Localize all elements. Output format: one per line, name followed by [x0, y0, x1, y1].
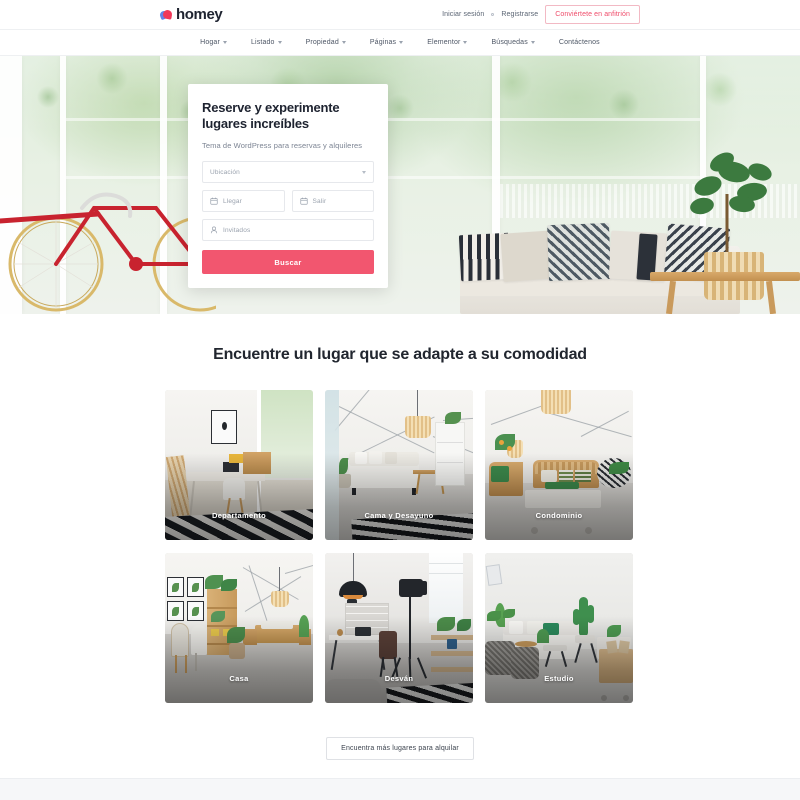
- category-card-casa[interactable]: Casa: [165, 553, 313, 703]
- chevron-down-icon: [277, 41, 282, 44]
- chevron-down-icon: [222, 41, 227, 44]
- search-button[interactable]: Buscar: [202, 250, 374, 274]
- footer-strip: [0, 778, 800, 800]
- location-placeholder: Ubicación: [210, 168, 240, 176]
- hero-section: Reserve y experimente lugares increíbles…: [0, 56, 800, 314]
- register-link[interactable]: Registrarse: [501, 11, 538, 18]
- category-card-estudio[interactable]: Estudio: [485, 553, 633, 703]
- categories-heading: Encuentre un lugar que se adapte a su co…: [213, 346, 587, 363]
- category-label: Cama y Desayuno: [364, 511, 434, 520]
- nav-label: Propiedad: [305, 39, 339, 46]
- dot-separator-icon: [491, 13, 495, 16]
- nav-label: Búsquedas: [491, 39, 528, 46]
- chevron-down-icon: [341, 41, 346, 44]
- nav-label: Hogar: [200, 39, 220, 46]
- guests-placeholder: Invitados: [223, 226, 251, 234]
- category-label: Estudio: [544, 674, 574, 683]
- nav-item-hogar[interactable]: Hogar: [200, 39, 227, 46]
- nav-item-paginas[interactable]: Páginas: [369, 39, 404, 46]
- hero-subtitle: Tema de WordPress para reservas y alquil…: [202, 141, 363, 150]
- category-label: Departamento: [211, 511, 267, 520]
- category-label: Condominio: [535, 511, 583, 520]
- calendar-icon: [299, 197, 308, 205]
- top-bar-actions: Iniciar sesión Registrarse Conviértete e…: [442, 5, 640, 24]
- nav-item-elementor[interactable]: Elementor: [427, 39, 468, 46]
- chevron-down-icon: [463, 41, 468, 44]
- more-places-wrap: Encuentra más lugares para alquilar: [0, 703, 800, 760]
- nav-item-listado[interactable]: Listado: [251, 39, 282, 46]
- checkin-date-input[interactable]: Llegar: [202, 190, 285, 212]
- checkout-placeholder: Salir: [312, 197, 327, 205]
- category-card-cama-y-desayuno[interactable]: Cama y Desayuno: [325, 390, 473, 540]
- category-label: Casa: [229, 674, 249, 683]
- chevron-down-icon: [399, 41, 404, 44]
- checkin-placeholder: Llegar: [223, 197, 242, 205]
- chevron-down-icon: [530, 41, 535, 44]
- hero-search-card: Reserve y experimente lugares increíbles…: [188, 84, 388, 288]
- hero-background-image: [0, 56, 800, 314]
- checkout-date-input[interactable]: Salir: [291, 190, 374, 212]
- category-card-departamento[interactable]: Departamento: [165, 390, 313, 540]
- guests-input[interactable]: Invitados: [202, 219, 374, 241]
- nav-label: Listado: [250, 39, 275, 46]
- nav-label: Páginas: [369, 39, 397, 46]
- find-more-places-button[interactable]: Encuentra más lugares para alquilar: [326, 737, 474, 760]
- category-card-desvan[interactable]: Desván: [325, 553, 473, 703]
- category-card-condominio[interactable]: Condominio: [485, 390, 633, 540]
- chevron-down-icon: [362, 170, 366, 174]
- category-label: Desván: [384, 674, 414, 683]
- brand-name: homey: [176, 6, 223, 23]
- main-navigation: Hogar Listado Propiedad Páginas Elemento…: [0, 30, 800, 56]
- nav-item-contactenos[interactable]: Contáctenos: [559, 39, 600, 46]
- calendar-icon: [210, 197, 218, 205]
- nav-label: Elementor: [427, 39, 461, 46]
- become-host-button[interactable]: Conviértete en anfitrión: [545, 5, 640, 24]
- location-select[interactable]: Ubicación: [202, 161, 374, 183]
- user-icon: [210, 226, 218, 234]
- heart-blob-logo-icon: [158, 8, 173, 21]
- nav-item-busquedas[interactable]: Búsquedas: [491, 39, 535, 46]
- hero-title: Reserve y experimente lugares increíbles: [202, 100, 340, 131]
- page-root: homey Iniciar sesión Registrarse Conviér…: [0, 0, 800, 800]
- categories-grid: Departamento Cama y Desayuno Condominio …: [165, 390, 635, 703]
- nav-label: Contáctenos: [558, 39, 600, 46]
- categories-section: Encuentre un lugar que se adapte a su co…: [0, 314, 800, 760]
- nav-item-propiedad[interactable]: Propiedad: [306, 39, 346, 46]
- login-link[interactable]: Iniciar sesión: [442, 11, 484, 18]
- top-bar: homey Iniciar sesión Registrarse Conviér…: [0, 0, 800, 30]
- brand-logo[interactable]: homey: [158, 6, 223, 23]
